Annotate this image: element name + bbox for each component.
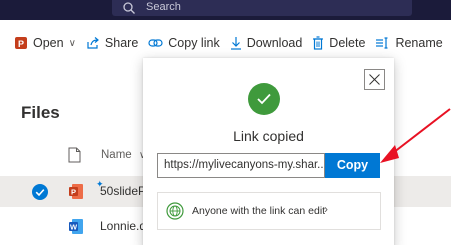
search-box[interactable]: Search	[112, 0, 412, 16]
file-name[interactable]: 50slideP	[100, 184, 146, 198]
copy-link-label: Copy link	[168, 36, 220, 50]
rename-label: Rename	[395, 36, 443, 50]
download-icon	[230, 37, 241, 50]
close-icon	[369, 74, 380, 85]
column-name-label: Name	[101, 149, 132, 161]
share-button[interactable]: Share	[81, 26, 143, 60]
permission-text: Anyone with the link can edit	[192, 205, 326, 217]
page-title: Files	[21, 103, 60, 122]
link-url-field[interactable]: https://mylivecanyons-my.shar...	[157, 153, 325, 178]
row-checkbox[interactable]	[32, 184, 48, 200]
rename-button[interactable]: Rename	[370, 26, 447, 60]
copy-link-button[interactable]: Copy link	[143, 26, 224, 60]
link-icon	[148, 39, 163, 47]
link-settings-button[interactable]: Anyone with the link can edit ›	[157, 192, 381, 230]
checkmark-icon	[35, 189, 45, 197]
file-type-icon[interactable]	[68, 147, 81, 163]
delete-button[interactable]: Delete	[307, 26, 370, 60]
powerpoint-file-icon: P	[69, 184, 83, 199]
download-label: Download	[246, 36, 303, 50]
share-label: Share	[104, 36, 139, 50]
word-file-icon: W	[69, 219, 83, 234]
open-label: Open	[33, 36, 64, 50]
close-button[interactable]	[364, 69, 385, 90]
search-icon	[123, 2, 135, 14]
chevron-right-icon: ›	[324, 202, 328, 216]
svg-text:P: P	[18, 39, 24, 49]
globe-icon	[166, 202, 184, 220]
share-icon	[87, 37, 99, 49]
rename-icon	[376, 37, 388, 49]
download-button[interactable]: Download	[225, 26, 308, 60]
powerpoint-icon: P	[15, 37, 27, 49]
trash-icon	[313, 36, 324, 50]
svg-text:P: P	[71, 188, 76, 197]
column-header-name[interactable]: Name ∨	[101, 149, 146, 161]
chevron-down-icon: ∨	[68, 37, 76, 49]
search-placeholder: Search	[146, 1, 181, 13]
top-bar: Search	[0, 0, 451, 20]
command-bar: P Open ∨ Share Copy link Download Delete…	[0, 26, 451, 60]
delete-label: Delete	[329, 36, 366, 50]
file-name[interactable]: Lonnie.d	[100, 219, 146, 233]
dialog-heading: Link copied	[233, 128, 304, 144]
link-copied-dialog: Link copied https://mylivecanyons-my.sha…	[143, 58, 394, 245]
copy-button[interactable]: Copy	[325, 153, 380, 178]
open-button[interactable]: P Open ∨	[0, 26, 81, 60]
svg-text:W: W	[70, 223, 78, 232]
success-check-icon	[248, 83, 280, 115]
